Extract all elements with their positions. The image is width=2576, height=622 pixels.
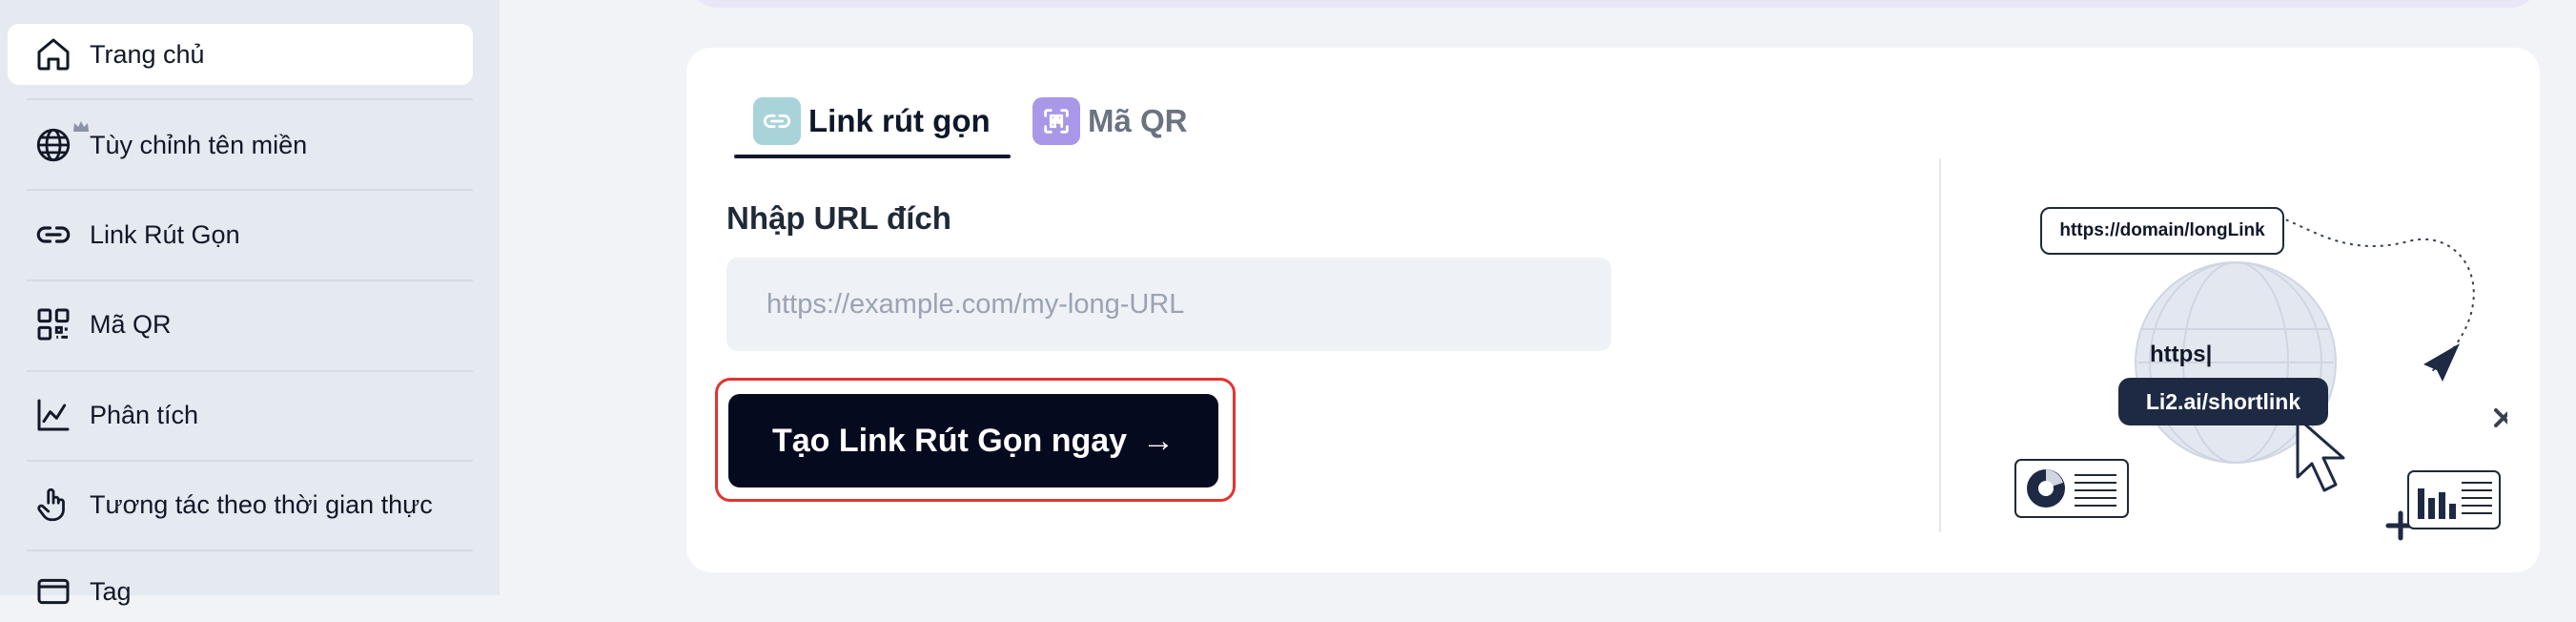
long-link-label: https://domain/longLink (2040, 207, 2284, 255)
link-creator-card: Link rút gọn Mã QR Nhập URL đích Tạo Lin… (686, 48, 2540, 572)
sidebar-item-label: Tag (90, 576, 132, 606)
sidebar-item-label: Link Rút Gọn (90, 219, 240, 249)
divider (27, 370, 473, 372)
hand-pointer-icon (32, 484, 74, 526)
link-icon (32, 214, 74, 256)
tab-label: Mã QR (1088, 103, 1188, 138)
arrow-right-icon: → (1142, 422, 1176, 459)
chart-icon (32, 394, 74, 436)
sidebar-item-custom-domain[interactable]: Tùy chỉnh tên miền (8, 114, 473, 176)
url-input[interactable] (726, 258, 1611, 351)
create-short-link-button[interactable]: Tạo Link Rút Gọn ngay → (728, 394, 1218, 487)
sidebar-item-analytics[interactable]: Phân tích (8, 384, 473, 446)
top-banner (690, 0, 2538, 8)
divider (27, 280, 473, 281)
sidebar-item-qr-code[interactable]: Mã QR (8, 294, 473, 355)
divider (27, 189, 473, 191)
divider (27, 98, 473, 100)
sidebar-item-tag[interactable]: Tag (8, 561, 473, 622)
button-label: Tạo Link Rút Gọn ngay (771, 422, 1128, 459)
sidebar-item-label: Mã QR (90, 309, 172, 339)
short-link-label: Li2.ai/shortlink (2118, 378, 2328, 425)
divider (27, 549, 473, 551)
tab-label: Link rút gọn (808, 103, 991, 138)
sidebar-item-label: Phân tích (90, 400, 199, 429)
tab-short-link[interactable]: Link rút gọn (753, 97, 991, 145)
tab-qr-code[interactable]: Mã QR (1032, 97, 1188, 145)
sidebar: Trang chủ Tùy chỉnh tên miền Link Rút Gọ… (0, 0, 500, 606)
globe-icon (32, 124, 74, 166)
tag-icon (32, 570, 74, 612)
link-icon (753, 97, 801, 145)
sidebar-item-short-link[interactable]: Link Rút Gọn (8, 204, 473, 265)
divider (27, 460, 473, 462)
sidebar-item-label: Tùy chỉnh tên miền (90, 130, 308, 159)
qr-scan-icon (1032, 97, 1080, 145)
home-icon (32, 33, 74, 75)
vertical-divider (1939, 158, 1941, 532)
typed-text: https| (2150, 342, 2213, 367)
active-tab-indicator (734, 155, 1011, 158)
sidebar-item-realtime[interactable]: Tương tác theo thời gian thực (8, 474, 473, 535)
illustration: https://domain/longLink https| Li2.ai/sh… (2012, 153, 2507, 553)
qr-code-icon (32, 303, 74, 345)
url-field-label: Nhập URL đích (726, 200, 951, 236)
sidebar-item-label: Trang chủ (90, 39, 205, 69)
crown-icon (72, 120, 90, 138)
sidebar-item-home[interactable]: Trang chủ (8, 24, 473, 85)
sidebar-item-label: Tương tác theo thời gian thực (90, 489, 433, 519)
